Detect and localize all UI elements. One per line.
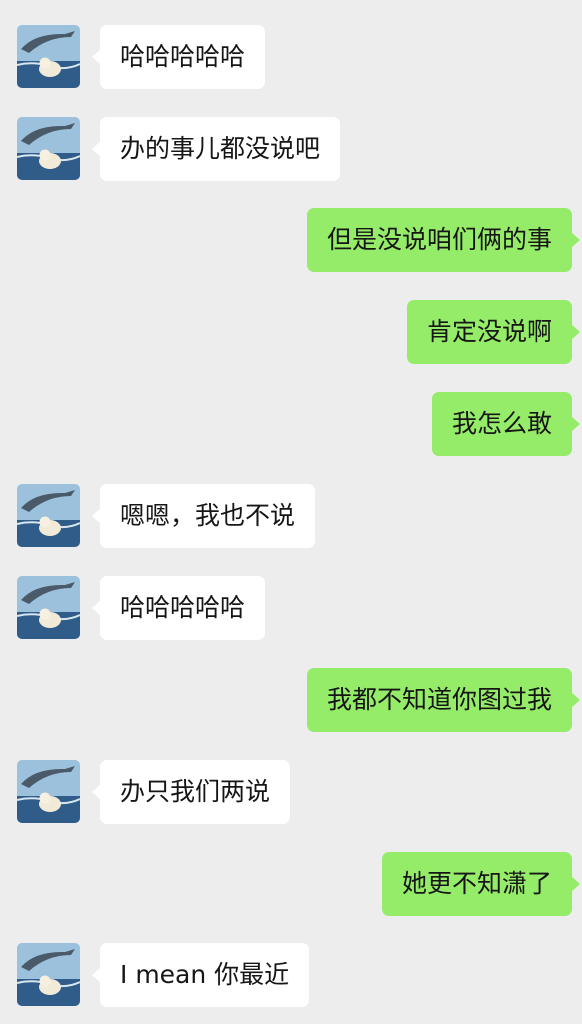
incoming-message-bubble[interactable]: 哈哈哈哈哈 <box>91 576 266 640</box>
incoming-message-bubble[interactable]: 嗯嗯，我也不说 <box>91 484 316 548</box>
outgoing-message-bubble[interactable]: 我都不知道你图过我 <box>306 668 581 732</box>
contact-avatar[interactable] <box>17 117 80 180</box>
dolphin-avatar-icon <box>17 117 80 180</box>
incoming-message-bubble[interactable]: I mean 你最近 <box>91 943 310 1007</box>
dolphin-avatar-icon <box>17 484 80 547</box>
outgoing-message-bubble[interactable]: 肯定没说啊 <box>406 300 581 364</box>
contact-avatar[interactable] <box>17 484 80 547</box>
outgoing-message-bubble[interactable]: 她更不知潇了 <box>381 852 581 916</box>
outgoing-message-bubble[interactable]: 但是没说咱们俩的事 <box>306 208 581 272</box>
incoming-message-bubble[interactable]: 哈哈哈哈哈 <box>91 25 266 89</box>
incoming-message-bubble[interactable]: 办只我们两说 <box>91 760 291 824</box>
contact-avatar[interactable] <box>17 576 80 639</box>
incoming-message-bubble[interactable]: 办的事儿都没说吧 <box>91 117 341 181</box>
dolphin-avatar-icon <box>17 943 80 1006</box>
contact-avatar[interactable] <box>17 943 80 1006</box>
dolphin-avatar-icon <box>17 25 80 88</box>
dolphin-avatar-icon <box>17 576 80 639</box>
contact-avatar[interactable] <box>17 25 80 88</box>
dolphin-avatar-icon <box>17 760 80 823</box>
outgoing-message-bubble[interactable]: 我怎么敢 <box>431 392 581 456</box>
contact-avatar[interactable] <box>17 760 80 823</box>
